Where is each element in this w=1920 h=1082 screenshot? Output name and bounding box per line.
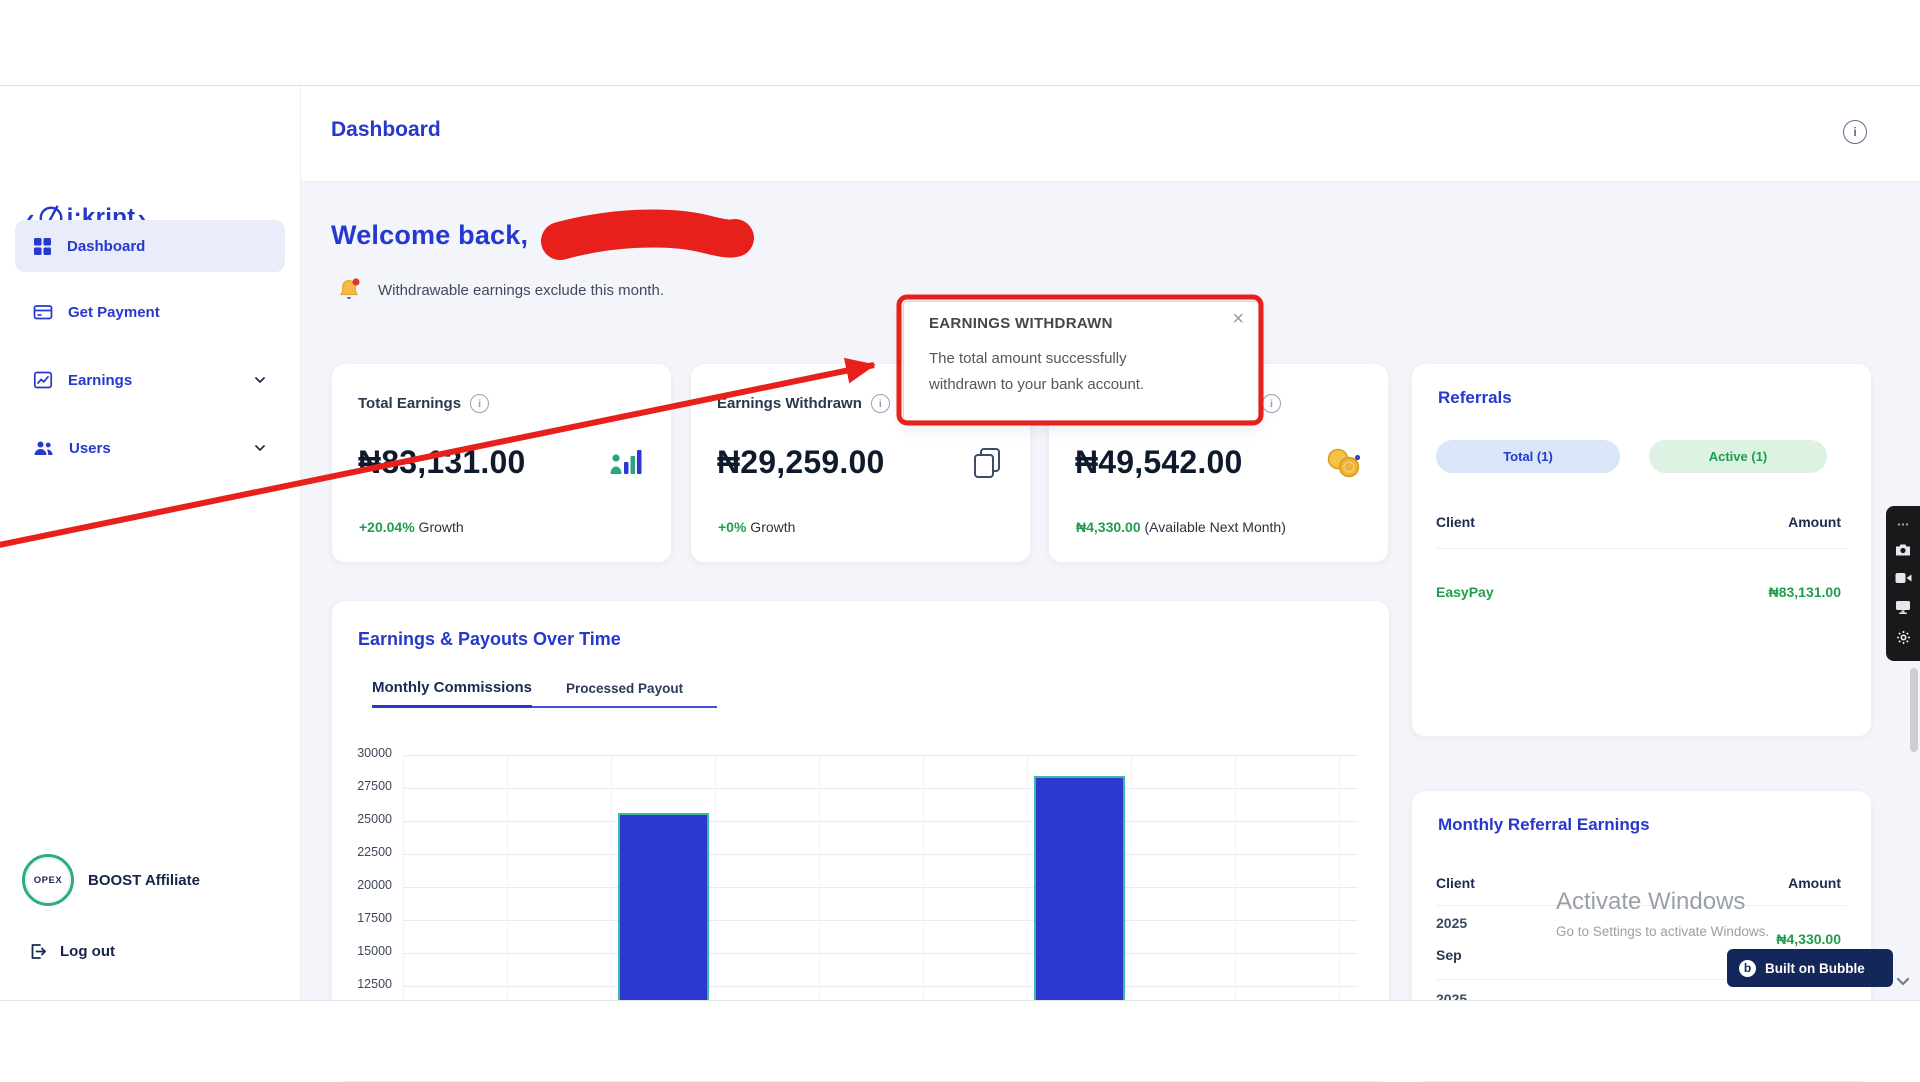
referral-year-cell: 2025 — [1436, 915, 1467, 931]
grip-dots-icon[interactable] — [1897, 522, 1909, 527]
monthly-referrals-title: Monthly Referral Earnings — [1438, 815, 1650, 835]
chevron-down-icon[interactable] — [253, 373, 267, 387]
stat-card-value: ₦83,131.00 — [358, 444, 525, 481]
referral-amount-cell: ₦4,330.00 — [1776, 931, 1841, 947]
growth-value: +20.04% — [359, 519, 415, 535]
chevron-down-icon[interactable] — [253, 441, 267, 455]
info-icon[interactable]: i — [1262, 394, 1281, 413]
sidebar-item-label: Get Payment — [68, 304, 160, 321]
bubble-badge-label: Built on Bubble — [1765, 961, 1865, 976]
analytics-person-icon — [609, 446, 645, 480]
info-glyph: i — [478, 398, 481, 410]
opex-logo-text: OPEX — [34, 875, 62, 886]
activate-windows-watermark-subtext: Go to Settings to activate Windows. — [1556, 924, 1769, 939]
column-header-amount: Amount — [1788, 875, 1841, 891]
stat-card-title-row: Total Earnings i — [358, 394, 649, 413]
scrollbar-down-arrow[interactable] — [1896, 977, 1910, 987]
built-on-bubble-badge[interactable]: b Built on Bubble — [1727, 949, 1893, 987]
sidebar-item-earnings[interactable]: Earnings — [15, 354, 285, 406]
logout-button[interactable]: Log out — [28, 942, 115, 961]
tooltip-body: The total amount successfully withdrawn … — [929, 346, 1144, 398]
header-band — [301, 86, 1920, 182]
welcome-title: Welcome back, — [331, 220, 528, 251]
referral-client-cell[interactable]: EasyPay — [1436, 584, 1494, 600]
referrals-active-pill[interactable]: Active (1) — [1649, 440, 1827, 473]
stat-card-total-earnings: Total Earnings i ₦83,131.00 +20.04% Grow… — [331, 363, 672, 563]
referral-month-cell: Sep — [1436, 947, 1462, 963]
info-glyph: i — [1853, 125, 1856, 139]
copy-pages-icon — [970, 446, 1004, 480]
screen-recorder-widget — [1886, 506, 1920, 661]
stat-card-growth: ₦4,330.00 (Available Next Month) — [1076, 519, 1286, 535]
page-title: Dashboard — [331, 118, 441, 142]
sidebar-item-label: Earnings — [68, 372, 132, 389]
bubble-logo-icon: b — [1739, 960, 1756, 977]
sidebar: ‹ i:kript › Dashboard Get Payment Earnin… — [0, 86, 301, 1000]
referrals-card: Referrals Total (1) Active (1) Client Am… — [1411, 363, 1872, 737]
info-icon[interactable]: i — [470, 394, 489, 413]
dashboard-icon — [33, 237, 52, 256]
logout-icon — [28, 942, 47, 961]
activate-windows-watermark: Activate Windows — [1556, 888, 1745, 916]
scrollbar-thumb[interactable] — [1910, 668, 1918, 752]
sidebar-item-dashboard[interactable]: Dashboard — [15, 220, 285, 272]
monitor-icon[interactable] — [1895, 600, 1911, 614]
affiliate-label: BOOST Affiliate — [88, 872, 200, 889]
earnings-withdrawn-tooltip: EARNINGS WITHDRAWN × The total amount su… — [903, 301, 1259, 421]
sidebar-item-label: Dashboard — [67, 238, 145, 255]
stat-card-value: ₦49,542.00 — [1075, 444, 1242, 481]
column-header-client: Client — [1436, 514, 1475, 530]
affiliate-brand: OPEX BOOST Affiliate — [22, 854, 200, 906]
sidebar-item-label: Users — [69, 440, 111, 457]
users-icon — [33, 438, 54, 458]
stat-card-growth: +20.04% Growth — [359, 519, 464, 535]
bell-icon — [336, 276, 362, 304]
close-icon[interactable]: × — [1232, 308, 1244, 331]
earnings-chart-icon — [33, 370, 53, 390]
stat-card-value: ₦29,259.00 — [717, 444, 884, 481]
info-glyph: i — [1270, 398, 1273, 410]
tooltip-body-line: The total amount successfully — [929, 346, 1144, 372]
header-info-icon[interactable]: i — [1843, 120, 1867, 144]
notice-row: Withdrawable earnings exclude this month… — [336, 276, 664, 304]
tooltip-body-line: withdrawn to your bank account. — [929, 372, 1144, 398]
gear-icon[interactable] — [1896, 630, 1911, 645]
stat-card-title: Total Earnings — [358, 395, 461, 412]
tooltip-title: EARNINGS WITHDRAWN — [929, 315, 1113, 332]
growth-label: Growth — [415, 519, 464, 535]
logout-label: Log out — [60, 943, 115, 960]
growth-label: (Available Next Month) — [1141, 519, 1286, 535]
growth-label: Growth — [746, 519, 795, 535]
payment-card-icon — [33, 302, 53, 322]
bubble-logo-glyph: b — [1744, 961, 1751, 975]
stat-card-growth: +0% Growth — [718, 519, 795, 535]
notice-text: Withdrawable earnings exclude this month… — [378, 282, 664, 299]
growth-value: +0% — [718, 519, 746, 535]
column-header-amount: Amount — [1788, 514, 1841, 530]
referrals-total-pill[interactable]: Total (1) — [1436, 440, 1620, 473]
viewport-bottom-strip — [0, 1000, 1920, 1081]
growth-value: ₦4,330.00 — [1076, 519, 1141, 535]
referrals-title: Referrals — [1438, 388, 1512, 408]
sidebar-item-get-payment[interactable]: Get Payment — [15, 286, 285, 338]
info-icon[interactable]: i — [871, 394, 890, 413]
stat-card-title: Earnings Withdrawn — [717, 395, 862, 412]
sidebar-item-users[interactable]: Users — [15, 422, 285, 474]
info-glyph: i — [879, 398, 882, 410]
opex-logo: OPEX — [22, 854, 74, 906]
camera-icon[interactable] — [1895, 543, 1911, 557]
referral-amount-cell: ₦83,131.00 — [1769, 584, 1841, 600]
video-camera-icon[interactable] — [1895, 572, 1912, 584]
column-header-client: Client — [1436, 875, 1475, 891]
coins-icon — [1324, 446, 1362, 480]
table-divider — [1436, 548, 1847, 549]
